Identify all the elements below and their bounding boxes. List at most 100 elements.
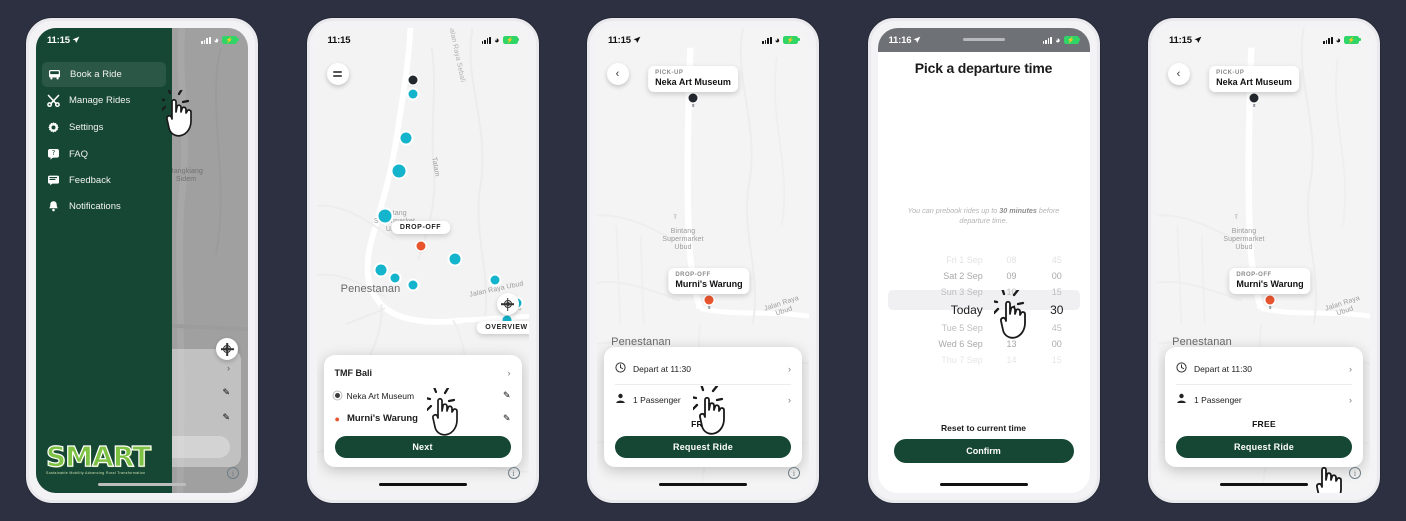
- home-indicator-3: [659, 482, 747, 486]
- wheel-column-hour[interactable]: 08 09 10 11 12 13 14: [989, 252, 1034, 365]
- sidebar-item-book-a-ride[interactable]: Book a Ride: [42, 62, 166, 87]
- confirm-button[interactable]: Confirm: [893, 439, 1074, 463]
- hamburger-icon: [333, 71, 342, 77]
- dropoff-pin-3[interactable]: [704, 295, 714, 305]
- passenger-label: 1 Passenger: [633, 395, 681, 405]
- map-label-bintang: BintangSupermarketUbud: [1223, 228, 1265, 252]
- wheel-column-day[interactable]: Fri 1 Sep Sat 2 Sep Sun 3 Sep Today Tue …: [888, 252, 989, 365]
- sidebar-item-label: Book a Ride: [70, 69, 122, 80]
- wheel-item[interactable]: 10: [1006, 284, 1016, 300]
- info-badge-3[interactable]: i: [788, 467, 800, 479]
- stop-dot[interactable]: [449, 253, 460, 265]
- edit-pencil-icon[interactable]: ✎: [503, 413, 511, 424]
- sidebar-item-manage-rides[interactable]: Manage Rides: [36, 87, 172, 114]
- phone-request-screen: Bintang Supermarket Ubud Penestanan Jalan …: [1158, 28, 1370, 493]
- reset-to-current-time-button[interactable]: Reset to current time: [878, 423, 1090, 433]
- wheel-item[interactable]: 15: [1052, 284, 1062, 300]
- wifi-icon: ◕: [213, 34, 219, 45]
- status-clock: 11:15: [327, 34, 351, 46]
- info-badge-1[interactable]: i: [227, 467, 239, 479]
- request-sheet-5: Depart at 11:30 › 1 Passenger › FREE Req…: [1165, 347, 1363, 467]
- depart-row-3[interactable]: Depart at 11:30 ›: [604, 354, 802, 384]
- stop-dot[interactable]: [400, 132, 411, 144]
- stop-dot[interactable]: [408, 280, 417, 290]
- stop-dot[interactable]: [392, 164, 405, 178]
- status-clock: 11:15: [47, 35, 80, 46]
- sidebar-item-label: Settings: [69, 122, 104, 133]
- wheel-item[interactable]: 09: [1006, 268, 1016, 284]
- wheel-item[interactable]: 08: [1006, 252, 1016, 268]
- stop-dot[interactable]: [408, 89, 417, 99]
- depart-label: Depart at 11:30: [633, 364, 691, 374]
- wheel-item[interactable]: 14: [1006, 352, 1016, 368]
- wheel-item[interactable]: 00: [1052, 336, 1062, 352]
- request-ride-button-3[interactable]: Request Ride: [615, 436, 791, 458]
- wheel-item[interactable]: 12: [1006, 320, 1016, 336]
- callout-kicker: DROP-OFF: [1236, 272, 1272, 278]
- edit-pencil-icon[interactable]: ✎: [503, 390, 511, 401]
- overview-chip[interactable]: OVERVIEW: [476, 321, 529, 334]
- sidebar-item-feedback[interactable]: Feedback: [36, 167, 172, 193]
- wheel-item-selected[interactable]: 30: [1050, 300, 1063, 320]
- dropoff-row[interactable]: ● Murni's Warung ✎: [324, 407, 522, 430]
- wheel-item[interactable]: Sat 2 Sep: [943, 268, 983, 284]
- wheel-item[interactable]: 13: [1006, 336, 1016, 352]
- wheel-item[interactable]: 00: [1052, 268, 1062, 284]
- wheel-item[interactable]: 15: [1052, 352, 1062, 368]
- status-bar-5: 11:15 ◕ ⚡: [1158, 28, 1370, 52]
- tools-icon: [47, 94, 60, 107]
- dropoff-callout-5: DROP-OFF Murni's Warung: [1229, 268, 1311, 294]
- depart-row-5[interactable]: Depart at 11:30 ›: [1165, 354, 1363, 384]
- location-arrow-icon: [913, 36, 921, 43]
- map-poi-icon: ⍒: [673, 214, 678, 221]
- recenter-button-1[interactable]: [216, 338, 238, 360]
- info-badge-2[interactable]: i: [507, 467, 520, 479]
- stop-dot[interactable]: [378, 209, 391, 223]
- recenter-button-2[interactable]: [496, 293, 519, 315]
- wheel-item[interactable]: Thu 7 Sep: [941, 352, 983, 368]
- pickup-pin-5[interactable]: [1249, 93, 1259, 103]
- status-indicators: ◕ ⚡: [481, 35, 520, 45]
- passenger-row-3[interactable]: 1 Passenger ›: [604, 385, 802, 415]
- note-bold: 30 minutes: [999, 206, 1037, 215]
- pickup-pin-3[interactable]: [688, 93, 698, 103]
- back-button-3[interactable]: ‹: [607, 63, 629, 85]
- operator-row[interactable]: TMF Bali ›: [324, 362, 522, 384]
- request-ride-button-5[interactable]: Request Ride: [1176, 436, 1352, 458]
- wheel-item[interactable]: Fri 1 Sep: [946, 252, 983, 268]
- home-indicator-4: [939, 482, 1028, 486]
- wheel-item[interactable]: Sun 3 Sep: [941, 284, 983, 300]
- next-button[interactable]: Next: [334, 436, 511, 458]
- wheel-column-minute[interactable]: 45 00 15 30 45 00 15: [1034, 252, 1079, 365]
- time-picker-wheel[interactable]: Fri 1 Sep Sat 2 Sep Sun 3 Sep Today Tue …: [887, 252, 1080, 365]
- stop-dot[interactable]: [375, 264, 386, 276]
- pickup-row[interactable]: Neka Art Museum ✎: [324, 384, 522, 407]
- sidebar-item-notifications[interactable]: Notifications: [36, 193, 172, 220]
- dropoff-pin-5[interactable]: [1265, 295, 1275, 305]
- person-icon: [615, 391, 626, 409]
- callout-kicker: PICK-UP: [1216, 70, 1245, 76]
- info-badge-5[interactable]: i: [1349, 467, 1361, 479]
- dropoff-pin-icon: ●: [334, 413, 340, 424]
- pickup-pin-2[interactable]: [408, 75, 417, 85]
- dropoff-pin-2[interactable]: [416, 241, 425, 251]
- price-label-5: FREE: [1252, 419, 1276, 429]
- pickup-label: Neka Art Museum: [346, 390, 415, 401]
- passenger-row-5[interactable]: 1 Passenger ›: [1165, 385, 1363, 415]
- back-button-5[interactable]: ‹: [1168, 63, 1190, 85]
- sidebar-item-settings[interactable]: Settings: [36, 114, 172, 141]
- stop-dot[interactable]: [390, 273, 399, 283]
- stop-dot[interactable]: [490, 275, 499, 285]
- wheel-item[interactable]: 45: [1052, 252, 1062, 268]
- wheel-item-selected[interactable]: 11: [1005, 300, 1017, 320]
- wheel-item-selected[interactable]: Today: [951, 300, 983, 320]
- wheel-item[interactable]: Wed 6 Sep: [938, 336, 982, 352]
- battery-charging-icon: ⚡: [783, 36, 800, 44]
- menu-button-2[interactable]: [326, 63, 349, 85]
- page-title: Pick a departure time: [914, 60, 1053, 76]
- wheel-item[interactable]: Tue 5 Sep: [942, 320, 983, 336]
- person-icon: [1176, 391, 1187, 409]
- wheel-item[interactable]: 45: [1052, 320, 1062, 336]
- location-arrow-icon: [633, 36, 641, 43]
- sidebar-item-faq[interactable]: ? FAQ: [36, 141, 172, 167]
